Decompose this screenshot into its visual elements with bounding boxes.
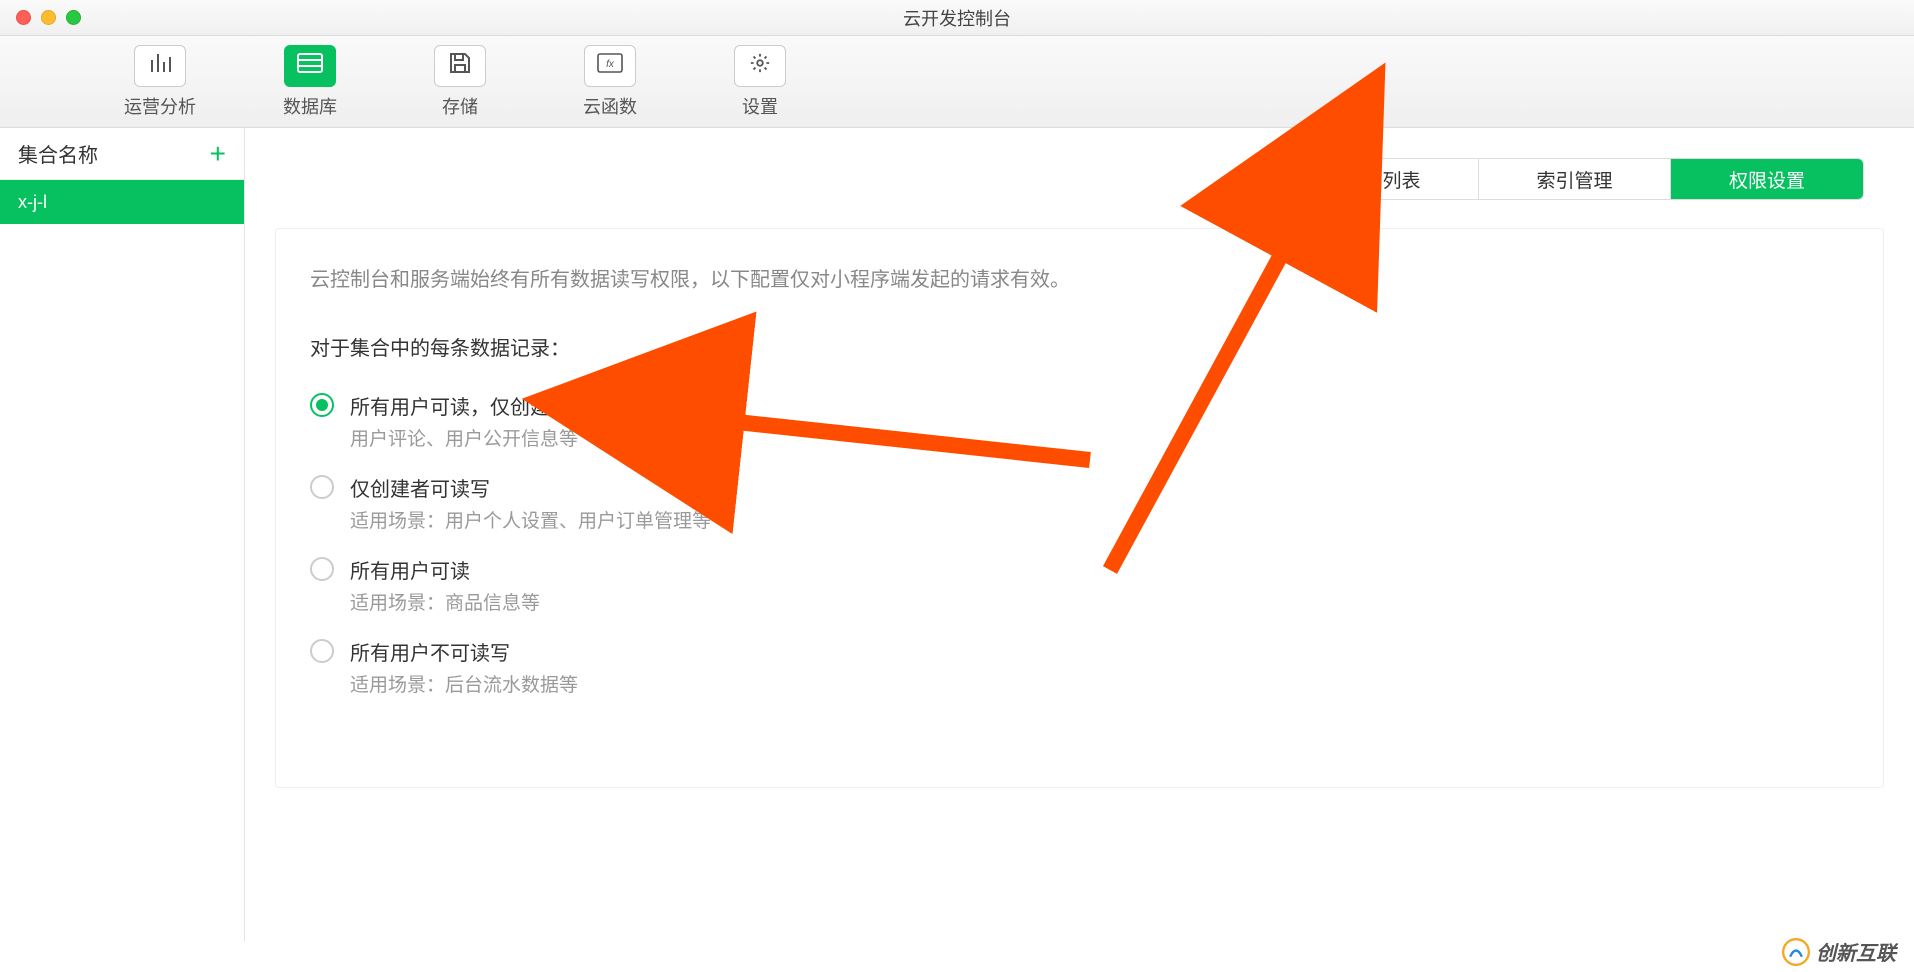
close-window-button[interactable] — [16, 10, 31, 25]
panel-description: 云控制台和服务端始终有所有数据读写权限，以下配置仅对小程序端发起的请求有效。 — [310, 263, 1849, 292]
radio-icon — [310, 475, 334, 499]
toolbar-label: 运营分析 — [124, 93, 196, 119]
permission-option[interactable]: 所有用户可读，仅创建者可读写 用户评论、用户公开信息等 — [310, 391, 1849, 451]
radio-icon — [310, 557, 334, 581]
option-title: 所有用户可读，仅创建者可读写 — [350, 391, 630, 420]
sidebar-title: 集合名称 — [18, 139, 98, 168]
permission-options: 所有用户可读，仅创建者可读写 用户评论、用户公开信息等 仅创建者可读写 适用场景… — [310, 391, 1849, 697]
radio-icon — [310, 639, 334, 663]
window-titlebar: 云开发控制台 — [0, 0, 1914, 36]
option-title: 所有用户可读 — [350, 555, 540, 584]
toolbar-analytics[interactable]: 运营分析 — [120, 45, 200, 119]
option-sub: 适用场景：商品信息等 — [350, 588, 540, 615]
toolbar-database[interactable]: 数据库 — [270, 45, 350, 119]
option-sub: 适用场景：后台流水数据等 — [350, 670, 578, 697]
tab-label: 记录列表 — [1344, 166, 1420, 193]
save-icon — [449, 52, 471, 79]
option-sub: 用户评论、用户公开信息等 — [350, 424, 630, 451]
add-collection-button[interactable]: + — [210, 140, 226, 168]
database-icon — [297, 53, 323, 78]
permission-option[interactable]: 所有用户不可读写 适用场景：后台流水数据等 — [310, 637, 1849, 697]
tab-records[interactable]: 记录列表 — [1287, 159, 1479, 199]
permissions-panel: 云控制台和服务端始终有所有数据读写权限，以下配置仅对小程序端发起的请求有效。 对… — [275, 228, 1884, 788]
toolbar-label: 云函数 — [583, 93, 637, 119]
sidebar-header: 集合名称 + — [0, 128, 244, 180]
tabs-row: 记录列表 索引管理 权限设置 — [275, 158, 1864, 200]
sidebar-item-collection[interactable]: x-j-l — [0, 180, 244, 224]
option-sub: 适用场景：用户个人设置、用户订单管理等 — [350, 506, 711, 533]
permission-option[interactable]: 所有用户可读 适用场景：商品信息等 — [310, 555, 1849, 615]
toolbar-storage[interactable]: 存储 — [420, 45, 500, 119]
permission-option[interactable]: 仅创建者可读写 适用场景：用户个人设置、用户订单管理等 — [310, 473, 1849, 533]
main-area: 集合名称 + x-j-l 记录列表 索引管理 权限设置 云控制台和服务端始终有所… — [0, 128, 1914, 942]
tab-indexes[interactable]: 索引管理 — [1479, 159, 1671, 199]
toolbar-label: 存储 — [442, 93, 478, 119]
radio-icon — [310, 393, 334, 417]
window-title: 云开发控制台 — [903, 5, 1011, 31]
tab-label: 索引管理 — [1536, 166, 1612, 193]
toolbar-label: 数据库 — [283, 93, 337, 119]
panel-subhead: 对于集合中的每条数据记录： — [310, 332, 1849, 361]
tab-permissions[interactable]: 权限设置 — [1671, 159, 1863, 199]
tab-group: 记录列表 索引管理 权限设置 — [1286, 158, 1864, 200]
toolbar-settings[interactable]: 设置 — [720, 45, 800, 119]
option-title: 仅创建者可读写 — [350, 473, 711, 502]
fx-icon: fx — [597, 53, 623, 78]
minimize-window-button[interactable] — [41, 10, 56, 25]
gear-icon — [749, 52, 771, 79]
zoom-window-button[interactable] — [66, 10, 81, 25]
tab-label: 权限设置 — [1729, 166, 1805, 193]
svg-text:fx: fx — [606, 59, 615, 70]
watermark-icon — [1782, 938, 1810, 966]
sidebar-item-label: x-j-l — [18, 192, 47, 213]
watermark-text: 创新互联 — [1816, 937, 1896, 966]
collections-sidebar: 集合名称 + x-j-l — [0, 128, 245, 942]
bars-icon — [149, 54, 171, 77]
main-toolbar: 运营分析 数据库 存储 fx 云函数 设置 — [0, 36, 1914, 128]
content-area: 记录列表 索引管理 权限设置 云控制台和服务端始终有所有数据读写权限，以下配置仅… — [245, 128, 1914, 942]
window-controls — [16, 10, 81, 25]
toolbar-functions[interactable]: fx 云函数 — [570, 45, 650, 119]
watermark: 创新互联 — [1782, 937, 1896, 966]
option-title: 所有用户不可读写 — [350, 637, 578, 666]
toolbar-label: 设置 — [742, 93, 778, 119]
